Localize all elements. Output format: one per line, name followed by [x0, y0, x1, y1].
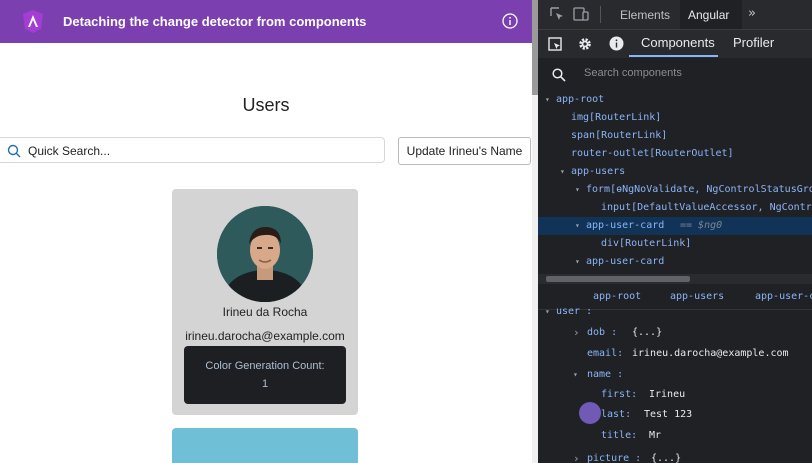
tree-node-input[interactable]: input[DefaultValueAccessor, NgContro: [538, 199, 812, 217]
device-toolbar-icon[interactable]: [573, 7, 589, 21]
user-name: Irineu da Rocha: [222, 305, 308, 319]
search-input-text: Quick Search...: [28, 144, 111, 158]
tree-node-div[interactable]: div[RouterLink]: [538, 235, 812, 253]
tree-node-label: form[ɵNgNoValidate, NgControlStatusGro: [586, 184, 812, 195]
gear-icon[interactable]: [577, 36, 593, 52]
tree-node-router-outlet[interactable]: router-outlet[RouterOutlet]: [538, 145, 812, 163]
breadcrumb-item[interactable]: app-root: [593, 291, 641, 302]
expand-arrow-icon[interactable]: ▾: [575, 181, 580, 199]
inspect-component-icon[interactable]: [548, 37, 562, 51]
property-key: name :: [587, 369, 624, 380]
expand-arrow-icon[interactable]: ▾: [573, 366, 578, 384]
expand-arrow-icon[interactable]: ▾: [575, 217, 580, 235]
toolbar-divider: [600, 6, 601, 23]
property-value: {...}: [651, 453, 682, 463]
property-title[interactable]: title: Mr: [538, 427, 812, 445]
user-card[interactable]: [172, 428, 358, 463]
property-dob[interactable]: › dob : {...}: [538, 324, 812, 342]
expand-arrow-icon[interactable]: ▾: [545, 303, 550, 321]
expand-arrow-icon[interactable]: ▾: [560, 163, 565, 181]
expand-arrow-icon[interactable]: ▾: [545, 91, 550, 109]
devtools-tabbar: Elements Angular »: [538, 0, 812, 30]
expand-arrow-icon[interactable]: ›: [573, 450, 580, 463]
property-key: user :: [556, 306, 593, 317]
property-key: first:: [601, 389, 638, 400]
update-name-button[interactable]: Update Irineu's Name: [398, 137, 531, 165]
info-icon[interactable]: [502, 13, 518, 29]
property-name[interactable]: ▾ name :: [538, 366, 812, 384]
breadcrumb-item[interactable]: app-users: [670, 291, 724, 302]
expand-arrow-icon[interactable]: ›: [573, 324, 580, 342]
property-value: irineu.darocha@example.com: [632, 348, 789, 359]
ng0-reference-label: == $ng0: [680, 220, 723, 231]
page-title: Users: [242, 95, 290, 115]
tree-node-span[interactable]: span[RouterLink]: [538, 127, 812, 145]
property-value: {...}: [632, 327, 663, 338]
tab-angular[interactable]: Angular: [688, 8, 729, 22]
property-value[interactable]: Mr: [649, 427, 661, 445]
tree-node-label: div[RouterLink]: [601, 238, 692, 249]
search-icon: [7, 144, 21, 158]
property-first[interactable]: first: Irineu: [538, 386, 812, 404]
tree-node-form[interactable]: ▾ form[ɵNgNoValidate, NgControlStatusGro: [538, 181, 812, 199]
tree-node-app-user-card-selected[interactable]: ▾ app-user-card == $ng0: [538, 217, 812, 235]
tree-node-app-root[interactable]: ▾ app-root: [538, 91, 812, 109]
breadcrumb-item[interactable]: app-user-ca: [755, 291, 812, 302]
property-picture[interactable]: › picture : {...}: [538, 450, 812, 463]
inspect-element-icon[interactable]: [550, 7, 564, 21]
info-icon[interactable]: [609, 36, 624, 51]
component-search-input[interactable]: Search components: [584, 67, 682, 79]
property-key: last:: [601, 409, 632, 420]
expand-arrow-icon[interactable]: ▾: [575, 253, 580, 271]
tree-node-label: router-outlet[RouterOutlet]: [571, 148, 734, 159]
app-header: Detaching the change detector from compo…: [0, 0, 532, 43]
search-icon: [552, 68, 566, 82]
user-card[interactable]: Irineu da Rocha irineu.darocha@example.c…: [172, 189, 358, 415]
avatar: [217, 206, 313, 302]
counter-value: 1: [261, 378, 269, 390]
active-tab-indicator: [629, 55, 718, 57]
angular-logo-icon[interactable]: [22, 9, 44, 34]
tree-node-label: img[RouterLink]: [571, 112, 662, 123]
property-email[interactable]: email: irineu.darocha@example.com: [538, 345, 812, 363]
property-key: title:: [601, 430, 638, 441]
angular-devtools-toolbar: Components Profiler: [538, 30, 812, 58]
tab-elements[interactable]: Elements: [620, 8, 670, 22]
app-title: Detaching the change detector from compo…: [63, 14, 367, 29]
color-generation-counter: Color Generation Count: 1: [184, 346, 346, 404]
tree-node-label: app-users: [571, 166, 626, 177]
property-key: picture :: [587, 453, 642, 463]
counter-label: Color Generation Count:: [205, 360, 325, 372]
devtools-panel: Elements Angular » Components Profiler S…: [538, 0, 812, 463]
user-email: irineu.darocha@example.com: [185, 329, 345, 343]
property-value[interactable]: Test 123: [644, 406, 692, 424]
property-user[interactable]: ▾ user :: [538, 303, 812, 321]
property-value[interactable]: Irineu: [649, 386, 685, 404]
mouse-cursor-highlight: [579, 402, 601, 424]
tree-node-label: app-root: [556, 94, 605, 105]
tree-node-app-users[interactable]: ▾ app-users: [538, 163, 812, 181]
tree-node-app-user-card[interactable]: ▾ app-user-card: [538, 253, 812, 271]
tree-node-img[interactable]: img[RouterLink]: [538, 109, 812, 127]
tab-profiler[interactable]: Profiler: [733, 35, 774, 50]
tab-components[interactable]: Components: [641, 35, 715, 50]
property-key: email:: [587, 348, 624, 359]
tree-node-label: app-user-card: [586, 220, 665, 231]
tree-node-label: input[DefaultValueAccessor, NgContro: [601, 202, 812, 213]
quick-search-input[interactable]: Quick Search...: [0, 137, 385, 163]
tree-node-label: app-user-card: [586, 256, 665, 267]
app-viewport: Detaching the change detector from compo…: [0, 0, 532, 463]
property-key: dob :: [587, 327, 618, 338]
tree-node-label: span[RouterLink]: [571, 130, 668, 141]
more-tabs-icon[interactable]: »: [748, 6, 756, 21]
tree-scrollbar-thumb[interactable]: [546, 276, 690, 282]
